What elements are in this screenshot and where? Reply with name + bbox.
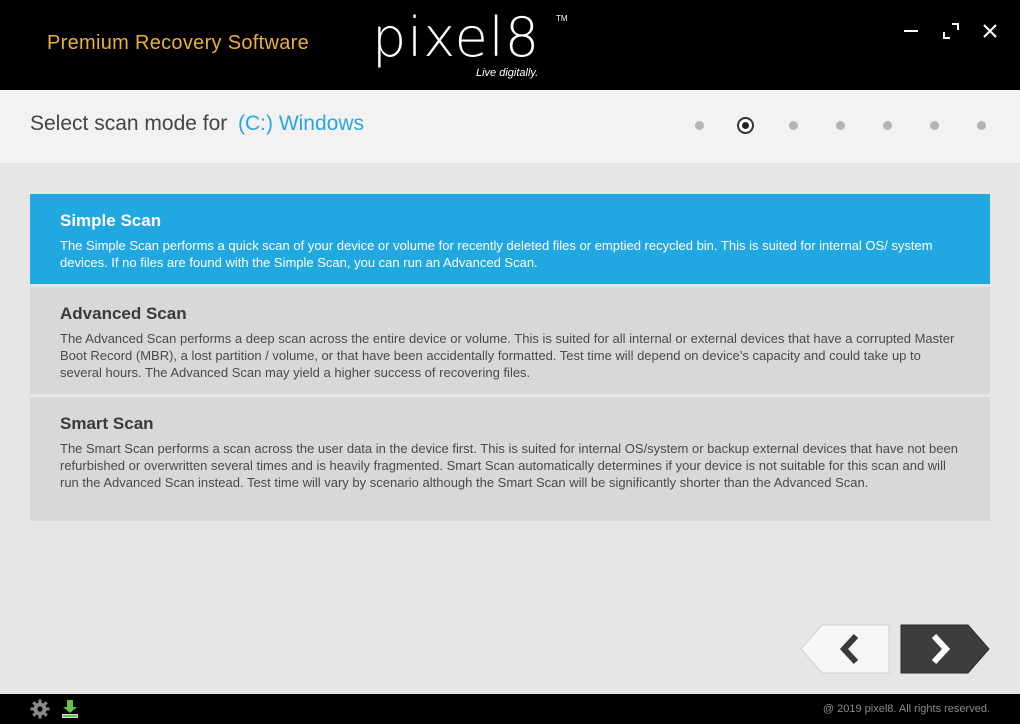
option-title: Advanced Scan (60, 304, 187, 323)
close-button[interactable] (977, 18, 1003, 44)
scan-mode-header: Select scan mode for (C:) Windows (0, 90, 1020, 163)
logo-trademark: TM (556, 14, 568, 23)
copyright-text: @ 2019 pixel8. All rights reserved. (822, 703, 990, 715)
step-indicator-7 (977, 121, 986, 130)
download-icon (62, 700, 78, 718)
pixel8-logo: pixel8 TM Live digitally. (372, 6, 572, 82)
advanced-scan-option[interactable]: Advanced Scan The Advanced Scan performs… (30, 287, 990, 394)
next-button[interactable] (900, 624, 990, 674)
restore-icon (943, 23, 959, 39)
minimize-button[interactable] (898, 18, 924, 44)
step-indicator-1 (695, 121, 704, 130)
title-bar: Premium Recovery Software pixel8 TM Live… (0, 0, 1020, 90)
restore-button[interactable] (938, 18, 964, 44)
option-title: Smart Scan (60, 414, 154, 433)
page-title: Select scan mode for (30, 112, 228, 135)
step-indicator-2 (737, 117, 754, 134)
logo-slogan: Live digitally. (476, 67, 539, 79)
back-button-shape (800, 624, 890, 674)
gear-icon (30, 699, 50, 719)
simple-scan-option[interactable]: Simple Scan The Simple Scan performs a q… (30, 194, 990, 284)
download-button[interactable] (60, 699, 80, 719)
selected-drive-label: (C:) Windows (238, 112, 365, 135)
option-description: The Smart Scan performs a scan across th… (60, 441, 958, 490)
close-icon (983, 24, 997, 38)
option-description: The Advanced Scan performs a deep scan a… (60, 331, 955, 380)
step-indicator-3 (789, 121, 798, 130)
app-tagline: Premium Recovery Software (47, 32, 310, 54)
smart-scan-option[interactable]: Smart Scan The Smart Scan performs a sca… (30, 397, 990, 521)
back-button[interactable] (800, 624, 890, 674)
step-indicator-5 (883, 121, 892, 130)
step-indicator-6 (930, 121, 939, 130)
step-indicator-4 (836, 121, 845, 130)
next-button-shape (900, 624, 990, 674)
option-description: The Simple Scan performs a quick scan of… (60, 238, 933, 270)
logo-word: pixel8 (372, 6, 541, 69)
minimize-icon (904, 30, 918, 32)
option-title: Simple Scan (60, 211, 162, 230)
settings-button[interactable] (30, 699, 50, 719)
footer-bar: @ 2019 pixel8. All rights reserved. (0, 694, 1020, 724)
